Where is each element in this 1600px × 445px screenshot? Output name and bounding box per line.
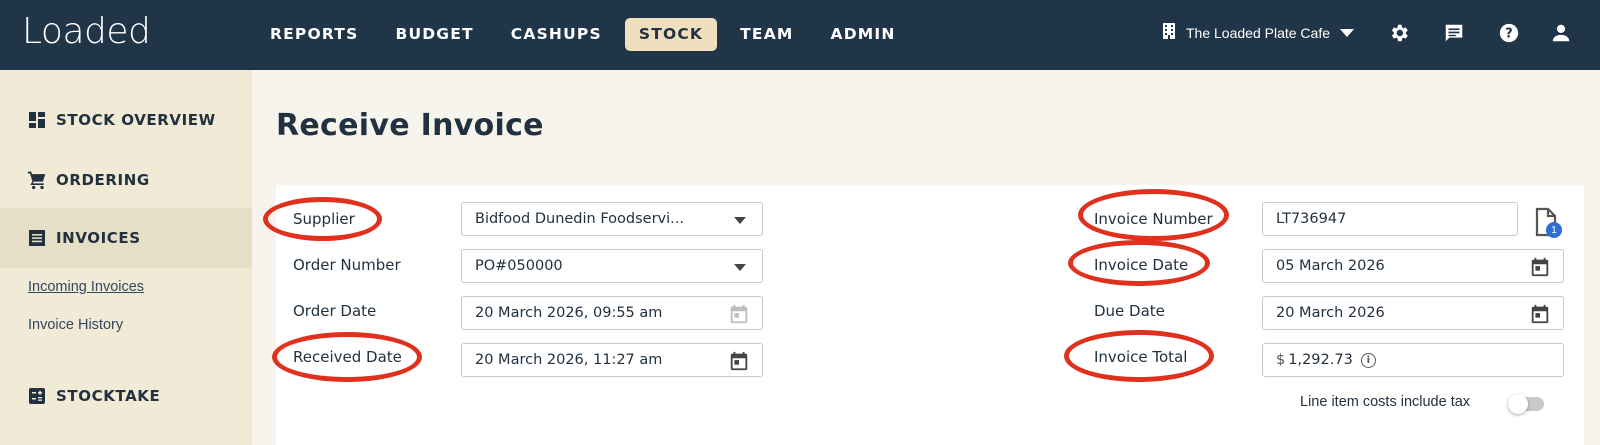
invoice-total-value: 1,292.73	[1288, 352, 1353, 368]
sidebar-link-incoming-invoices[interactable]: Incoming Invoices	[28, 279, 144, 295]
invoice-number-value: LT736947	[1276, 211, 1347, 227]
dashboard-icon	[27, 110, 47, 130]
venue-name: The Loaded Plate Cafe	[1186, 24, 1330, 41]
invoice-date-field[interactable]: 05 March 2026	[1262, 249, 1564, 283]
supplier-value: Bidfood Dunedin Foodservi...	[475, 211, 684, 227]
order-number-select[interactable]: PO#050000	[461, 249, 763, 283]
sidebar-item-label: STOCK OVERVIEW	[56, 111, 216, 129]
due-date-field[interactable]: 20 March 2026	[1262, 296, 1564, 330]
nav-cashups[interactable]: CASHUPS	[497, 18, 616, 51]
highlight-oval-invoice-number	[1078, 189, 1229, 241]
nav-team[interactable]: TEAM	[726, 18, 807, 51]
calculator-icon	[27, 386, 47, 406]
chevron-down-icon	[1340, 28, 1354, 37]
invoice-date-value: 05 March 2026	[1276, 258, 1385, 274]
highlight-oval-invoice-date	[1068, 240, 1210, 286]
calendar-icon	[728, 303, 750, 325]
page-title: Receive Invoice	[276, 108, 544, 143]
order-date-value: 20 March 2026, 09:55 am	[475, 305, 663, 321]
order-date-label: Order Date	[293, 302, 377, 320]
nav-stock[interactable]: STOCK	[624, 18, 718, 51]
main-nav: REPORTS BUDGET CASHUPS STOCK TEAM ADMIN	[256, 18, 919, 51]
sidebar-item-label: ORDERING	[56, 171, 150, 189]
invoice-number-input[interactable]: LT736947	[1262, 202, 1518, 236]
received-date-field[interactable]: 20 March 2026, 11:27 am	[461, 343, 763, 377]
chevron-down-icon	[734, 217, 746, 224]
svg-text:?: ?	[1505, 27, 1512, 42]
cart-icon	[27, 170, 47, 190]
nav-reports[interactable]: REPORTS	[256, 18, 372, 51]
gear-icon[interactable]	[1388, 22, 1412, 46]
order-number-label: Order Number	[293, 256, 401, 274]
due-date-label: Due Date	[1094, 302, 1165, 320]
highlight-oval-supplier	[263, 197, 382, 241]
user-icon[interactable]	[1550, 22, 1574, 46]
sidebar: STOCK OVERVIEW ORDERING INVOICES Incomin…	[0, 70, 252, 445]
app-logo[interactable]: Loaded	[22, 11, 151, 52]
sidebar-item-invoices[interactable]: INVOICES	[0, 208, 252, 268]
toggle-knob	[1508, 394, 1528, 414]
currency-symbol: $	[1276, 352, 1286, 368]
venue-selector[interactable]: The Loaded Plate Cafe	[1162, 22, 1354, 43]
calendar-icon[interactable]	[1529, 256, 1551, 278]
highlight-oval-received-date	[272, 332, 422, 382]
attachment-count-badge: 1	[1546, 222, 1562, 238]
order-number-value: PO#050000	[475, 258, 563, 274]
tax-toggle-label: Line item costs include tax	[1300, 394, 1471, 410]
order-date-field[interactable]: 20 March 2026, 09:55 am	[461, 296, 763, 330]
due-date-value: 20 March 2026	[1276, 305, 1385, 321]
top-navbar: Loaded REPORTS BUDGET CASHUPS STOCK TEAM…	[0, 0, 1600, 70]
sidebar-item-stocktake[interactable]: STOCKTAKE	[0, 366, 252, 426]
chevron-down-icon	[734, 264, 746, 271]
calendar-icon[interactable]	[1529, 303, 1551, 325]
invoice-total-input[interactable]: $ 1,292.73 i	[1262, 343, 1564, 377]
sidebar-item-label: INVOICES	[56, 229, 141, 247]
calendar-icon[interactable]	[728, 350, 750, 372]
building-icon	[1162, 22, 1176, 43]
highlight-oval-invoice-total	[1064, 330, 1214, 382]
nav-budget[interactable]: BUDGET	[381, 18, 487, 51]
tax-toggle[interactable]	[1508, 394, 1544, 414]
sidebar-link-invoice-history[interactable]: Invoice History	[28, 317, 123, 333]
help-icon[interactable]: ?	[1498, 22, 1522, 46]
sidebar-item-ordering[interactable]: ORDERING	[0, 150, 252, 210]
sidebar-item-stock-overview[interactable]: STOCK OVERVIEW	[0, 90, 252, 150]
nav-admin[interactable]: ADMIN	[817, 18, 910, 51]
sidebar-item-label: STOCKTAKE	[56, 387, 161, 405]
info-icon[interactable]: i	[1360, 352, 1376, 368]
received-date-value: 20 March 2026, 11:27 am	[475, 352, 663, 368]
supplier-select[interactable]: Bidfood Dunedin Foodservi...	[461, 202, 763, 236]
list-icon	[27, 228, 47, 248]
chat-icon[interactable]	[1443, 22, 1467, 46]
